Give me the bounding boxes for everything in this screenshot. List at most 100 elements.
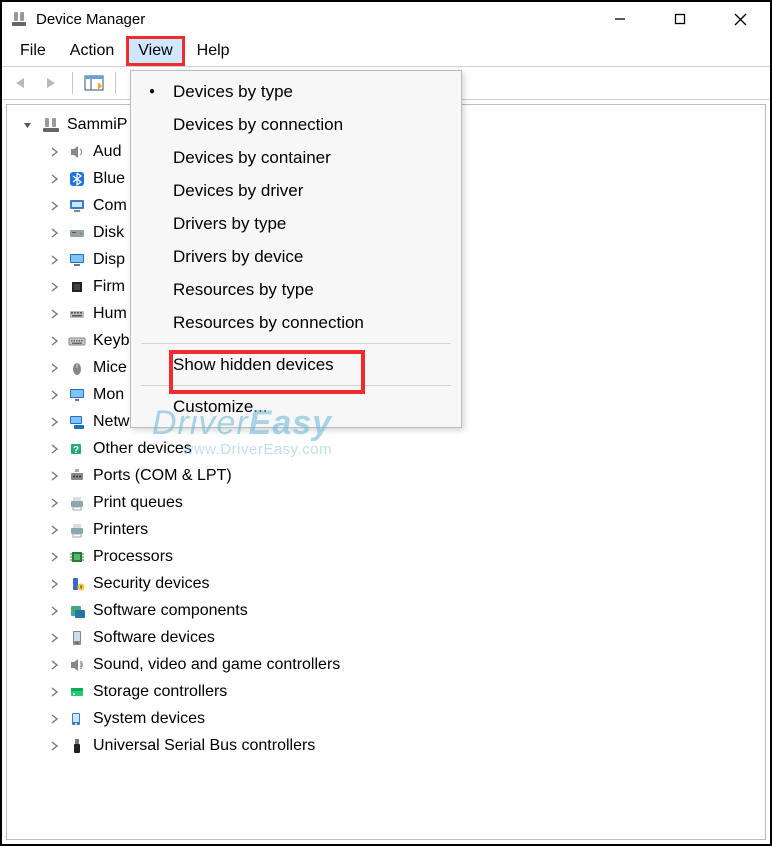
device-category-icon: ?	[67, 439, 87, 459]
chevron-right-icon[interactable]	[47, 552, 61, 562]
tree-node[interactable]: Storage controllers	[11, 678, 761, 705]
tree-node-label: Software components	[93, 602, 248, 620]
menu-item-label: Devices by connection	[173, 115, 461, 135]
tree-node[interactable]: Universal Serial Bus controllers	[11, 732, 761, 759]
menu-file[interactable]: File	[8, 36, 58, 66]
tree-node-label: Processors	[93, 548, 173, 566]
nav-forward-button[interactable]	[38, 70, 64, 96]
menu-item-label: Devices by container	[173, 148, 461, 168]
device-category-icon	[67, 682, 87, 702]
device-category-icon	[67, 493, 87, 513]
device-category-icon	[67, 304, 87, 324]
menu-help[interactable]: Help	[185, 36, 242, 66]
tree-node-label: Sound, video and game controllers	[93, 656, 340, 674]
chevron-right-icon[interactable]	[47, 714, 61, 724]
chevron-right-icon[interactable]	[47, 633, 61, 643]
chevron-right-icon[interactable]	[47, 282, 61, 292]
menu-item[interactable]: Resources by type	[131, 273, 461, 306]
toolbar-separator	[72, 72, 73, 94]
tree-node[interactable]: ? Other devices	[11, 435, 761, 462]
tree-node[interactable]: Printers	[11, 516, 761, 543]
show-hide-tree-button[interactable]	[81, 70, 107, 96]
toolbar-separator	[115, 72, 116, 94]
device-category-icon	[67, 655, 87, 675]
device-category-icon	[67, 250, 87, 270]
menu-item[interactable]: Drivers by device	[131, 240, 461, 273]
chevron-right-icon[interactable]	[47, 471, 61, 481]
chevron-right-icon[interactable]	[47, 228, 61, 238]
device-category-icon	[67, 601, 87, 621]
chevron-right-icon[interactable]	[47, 363, 61, 373]
tree-node-label: Other devices	[93, 440, 192, 458]
chevron-right-icon[interactable]	[47, 390, 61, 400]
device-category-icon	[67, 142, 87, 162]
device-category-icon	[67, 385, 87, 405]
chevron-right-icon[interactable]	[47, 525, 61, 535]
tree-node[interactable]: System devices	[11, 705, 761, 732]
tree-node[interactable]: Security devices	[11, 570, 761, 597]
tree-node[interactable]: Ports (COM & LPT)	[11, 462, 761, 489]
menu-item-label: Devices by type	[173, 82, 461, 102]
chevron-right-icon[interactable]	[47, 741, 61, 751]
close-button[interactable]	[710, 2, 770, 36]
menu-view[interactable]: View	[126, 36, 184, 66]
chevron-right-icon[interactable]	[47, 336, 61, 346]
tree-node[interactable]: Processors	[11, 543, 761, 570]
menu-show-hidden-devices[interactable]: Show hidden devices	[131, 348, 461, 381]
window-title: Device Manager	[36, 11, 145, 28]
nav-back-button[interactable]	[8, 70, 34, 96]
chevron-down-icon[interactable]	[21, 120, 35, 130]
menu-item[interactable]: Devices by driver	[131, 174, 461, 207]
menu-item-label: Resources by type	[173, 280, 461, 300]
device-category-icon	[67, 574, 87, 594]
svg-text:?: ?	[73, 445, 79, 456]
chevron-right-icon[interactable]	[47, 417, 61, 427]
device-category-icon	[67, 223, 87, 243]
menu-item[interactable]: Devices by connection	[131, 108, 461, 141]
chevron-right-icon[interactable]	[47, 660, 61, 670]
device-category-icon	[67, 466, 87, 486]
tree-node-label: Storage controllers	[93, 683, 227, 701]
minimize-button[interactable]	[590, 2, 650, 36]
menu-item[interactable]: Devices by container	[131, 141, 461, 174]
menu-action[interactable]: Action	[58, 36, 126, 66]
tree-node[interactable]: Sound, video and game controllers	[11, 651, 761, 678]
tree-root-label: SammiP	[67, 116, 127, 134]
chevron-right-icon[interactable]	[47, 174, 61, 184]
device-category-icon	[67, 628, 87, 648]
tree-node-label: Ports (COM & LPT)	[93, 467, 232, 485]
chevron-right-icon[interactable]	[47, 606, 61, 616]
device-category-icon	[67, 547, 87, 567]
chevron-right-icon[interactable]	[47, 255, 61, 265]
titlebar: Device Manager	[2, 2, 770, 36]
device-category-icon	[67, 736, 87, 756]
tree-node[interactable]: Software components	[11, 597, 761, 624]
tree-node-label: Hum	[93, 305, 127, 323]
menu-customize[interactable]: Customize...	[131, 390, 461, 423]
device-category-icon	[67, 331, 87, 351]
menu-separator	[141, 343, 451, 344]
tree-node-label: Blue	[93, 170, 125, 188]
radio-bullet: ●	[131, 86, 173, 97]
chevron-right-icon[interactable]	[47, 579, 61, 589]
tree-node[interactable]: Software devices	[11, 624, 761, 651]
chevron-right-icon[interactable]	[47, 687, 61, 697]
view-dropdown-menu: ●Devices by type Devices by connection Dev…	[130, 70, 462, 428]
chevron-right-icon[interactable]	[47, 201, 61, 211]
maximize-button[interactable]	[650, 2, 710, 36]
menu-item[interactable]: Drivers by type	[131, 207, 461, 240]
device-category-icon	[67, 358, 87, 378]
menu-item-label: Drivers by type	[173, 214, 461, 234]
tree-node[interactable]: Print queues	[11, 489, 761, 516]
chevron-right-icon[interactable]	[47, 309, 61, 319]
menu-item-label: Drivers by device	[173, 247, 461, 267]
tree-node-label: Com	[93, 197, 127, 215]
tree-node-label: Software devices	[93, 629, 215, 647]
menu-item[interactable]: Resources by connection	[131, 306, 461, 339]
menu-item[interactable]: ●Devices by type	[131, 75, 461, 108]
device-category-icon	[67, 520, 87, 540]
chevron-right-icon[interactable]	[47, 498, 61, 508]
chevron-right-icon[interactable]	[47, 444, 61, 454]
tree-node-label: Netw	[93, 413, 129, 431]
chevron-right-icon[interactable]	[47, 147, 61, 157]
